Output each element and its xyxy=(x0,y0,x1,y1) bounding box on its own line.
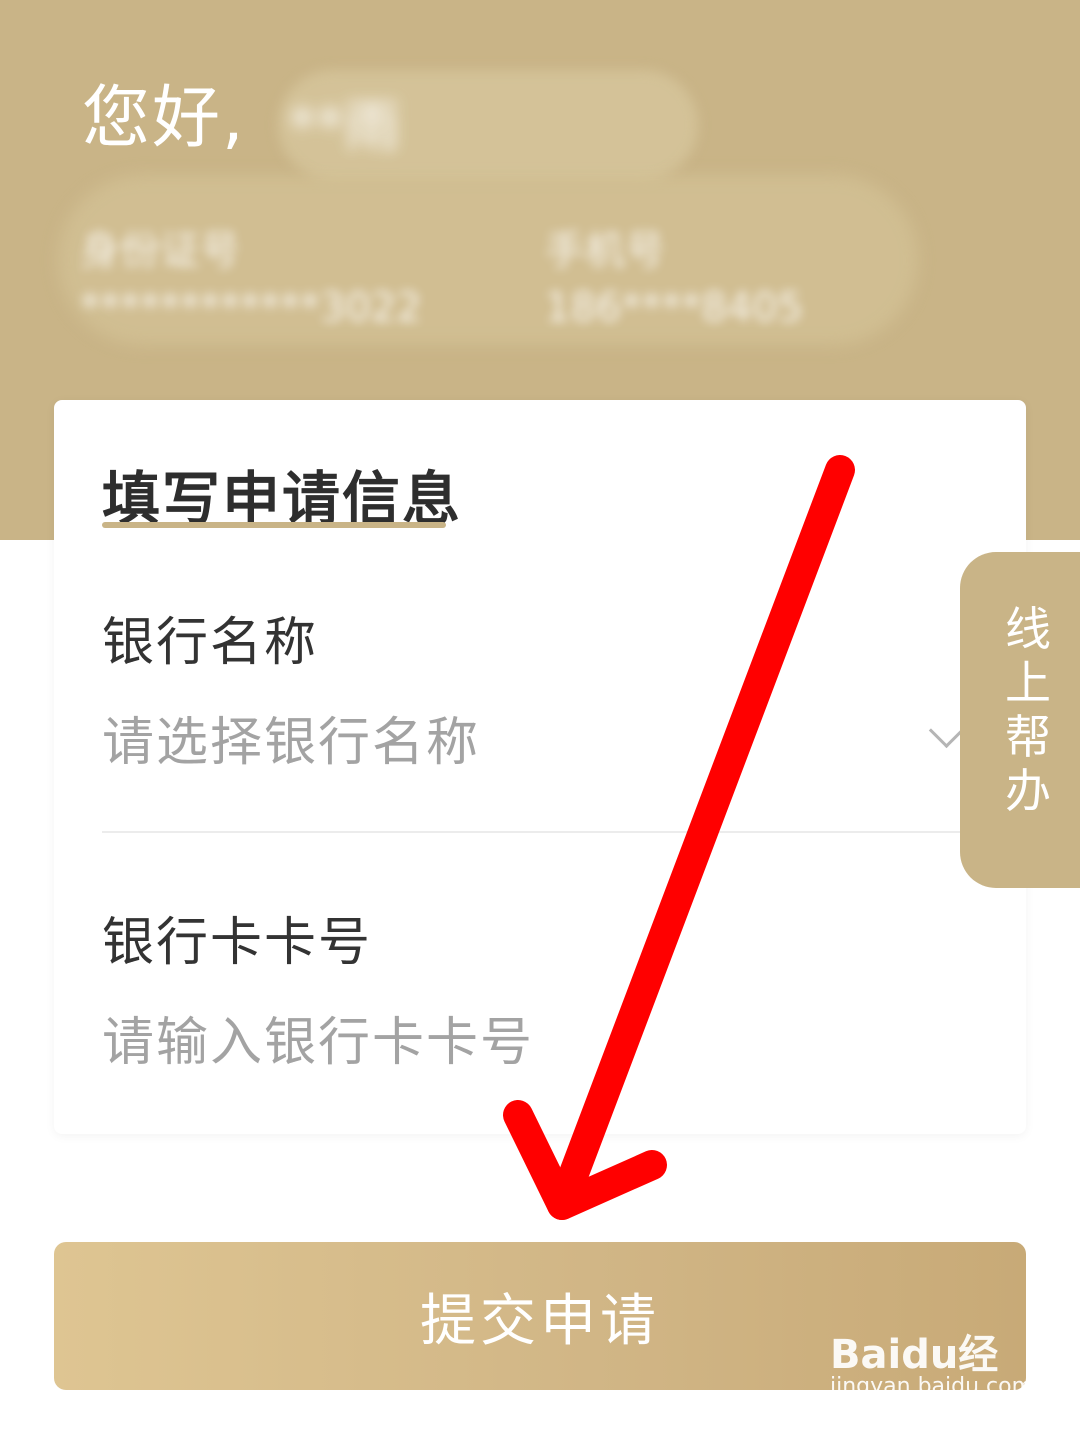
annotation-arrow-shaft xyxy=(547,455,855,1220)
baidu-jingyan-watermark: Baidu经验 jingyan.baidu.com xyxy=(830,1322,1034,1436)
annotation-arrow xyxy=(503,455,855,1220)
watermark-url: jingyan.baidu.com xyxy=(830,1374,1034,1399)
